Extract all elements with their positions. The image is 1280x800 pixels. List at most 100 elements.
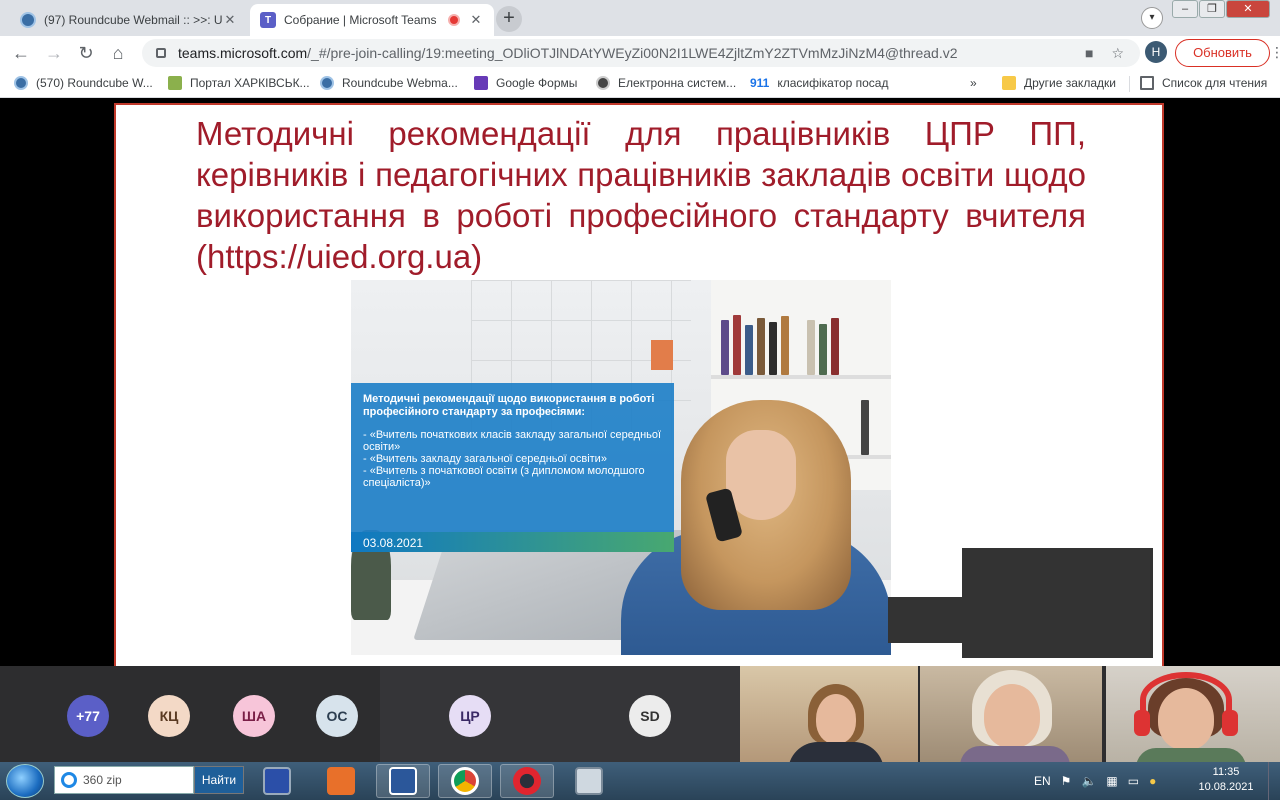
participant-overflow[interactable]: +77 — [67, 695, 109, 737]
bookmarks-more-icon[interactable]: » — [970, 76, 977, 90]
info-box-heading: Методичні рекомендації щодо використання… — [363, 393, 655, 418]
participant-avatar[interactable]: КЦ — [148, 695, 190, 737]
participant-avatar[interactable]: ОС — [316, 695, 358, 737]
tab-title: Собрание | Microsoft Teams — [284, 13, 437, 27]
forward-icon[interactable]: → — [43, 42, 65, 64]
taskbar-search-button[interactable]: Найти — [194, 766, 244, 794]
tab-title: (97) Roundcube Webmail :: >>: U — [44, 13, 222, 27]
window-close-icon[interactable]: ✕ — [1226, 0, 1270, 18]
participant-avatar[interactable]: ЦР — [449, 695, 491, 737]
url-domain: teams.microsoft.com — [178, 45, 308, 61]
url-path: /_#/pre-join-calling/19:meeting_ODliOTJl… — [307, 45, 958, 61]
roundcube-icon — [20, 12, 36, 28]
address-bar[interactable]: teams.microsoft.com/_#/pre-join-calling/… — [142, 39, 1140, 67]
language-indicator[interactable]: EN — [1034, 774, 1051, 788]
tab-roundcube[interactable]: (97) Roundcube Webmail :: >>: U ✕ — [10, 4, 248, 36]
taskbar-app-word[interactable] — [376, 764, 430, 798]
participant-avatar[interactable]: ША — [233, 695, 275, 737]
bookmark-item[interactable]: Google Формы — [474, 76, 577, 90]
ie-icon — [61, 772, 77, 788]
info-box-date: 03.08.2021 — [351, 532, 674, 552]
slide-photo: Методичні рекомендації щодо використання… — [351, 280, 891, 655]
sticky-note — [651, 340, 673, 370]
flag-icon[interactable]: ⚑ — [1061, 774, 1072, 788]
reading-list-label: Список для чтения — [1162, 76, 1268, 90]
bookmark-item[interactable]: Електронна систем... — [596, 76, 736, 90]
participants-bar: +77 КЦ ША ОС ЦР SD — [0, 666, 1280, 762]
forms-icon — [474, 76, 488, 90]
taskbar-app-pdf[interactable] — [314, 764, 368, 798]
update-button[interactable]: Обновить — [1175, 39, 1270, 67]
search-placeholder: 360 zip — [83, 773, 122, 787]
bookmark-label: (570) Roundcube W... — [36, 76, 153, 90]
roundcube-icon — [320, 76, 334, 90]
floppy-icon — [263, 767, 291, 795]
globe-icon — [596, 76, 610, 90]
bookmark-item[interactable]: Портал ХАРКІВСЬК... — [168, 76, 310, 90]
info-box-item: - «Вчитель закладу загальної середньої о… — [363, 453, 607, 465]
menu-icon[interactable]: ⋮ — [1270, 44, 1280, 61]
bookmark-item[interactable]: (570) Roundcube W... — [14, 76, 153, 90]
chrome-icon — [451, 767, 479, 795]
meeting-stage: Методичні рекомендації для працівників Ц… — [0, 98, 1280, 666]
bookmark-label: Електронна систем... — [618, 76, 737, 90]
bookmark-item[interactable]: 911 класифікатор посад — [750, 76, 888, 90]
pdf-icon — [327, 767, 355, 795]
taskbar-clock[interactable]: 11:35 10.08.2021 — [1190, 765, 1262, 795]
participant-avatar[interactable]: SD — [629, 695, 671, 737]
participant-video[interactable] — [740, 666, 918, 762]
lock-icon[interactable] — [156, 48, 166, 58]
other-bookmarks-label: Другие закладки — [1024, 76, 1116, 90]
participant-video[interactable] — [1106, 666, 1280, 762]
shared-slide: Методичні рекомендації для працівників Ц… — [114, 103, 1164, 666]
bookmark-item[interactable]: Roundcube Webma... — [320, 76, 458, 90]
url-text: teams.microsoft.com/_#/pre-join-calling/… — [178, 45, 1085, 61]
code-icon: 911 — [750, 76, 770, 90]
taskbar-app-opera[interactable] — [500, 764, 554, 798]
back-icon[interactable]: ← — [10, 42, 32, 64]
volume-icon[interactable]: 🔈 — [1081, 774, 1096, 788]
home-icon[interactable]: ⌂ — [107, 42, 129, 64]
info-box: Методичні рекомендації щодо використання… — [351, 383, 674, 546]
app-tray-icon[interactable]: ● — [1149, 774, 1156, 788]
start-button[interactable] — [6, 764, 44, 798]
profile-avatar[interactable]: H — [1145, 41, 1167, 63]
display-icon[interactable]: ▭ — [1128, 774, 1139, 788]
new-tab-button[interactable]: + — [496, 6, 522, 32]
browser-toolbar: ← → ↻ ⌂ teams.microsoft.com/_#/pre-join-… — [0, 36, 1280, 70]
opera-icon — [513, 767, 541, 795]
show-desktop-button[interactable] — [1268, 762, 1280, 800]
calculator-icon — [575, 767, 603, 795]
video-overlay-block — [888, 597, 968, 643]
taskbar-app-chrome[interactable] — [438, 764, 492, 798]
other-bookmarks[interactable]: Другие закладки — [1002, 76, 1116, 90]
camera-blocked-icon[interactable]: ■ — [1085, 45, 1093, 62]
taskbar-app-save[interactable] — [250, 764, 304, 798]
info-box-item: - «Вчитель з початкової освіти (з диплом… — [363, 465, 645, 489]
divider — [1129, 76, 1130, 92]
roundcube-icon — [14, 76, 28, 90]
folder-icon — [1002, 76, 1016, 90]
participant-video[interactable] — [920, 666, 1102, 762]
taskbar-search-input[interactable]: 360 zip — [54, 766, 194, 794]
close-icon[interactable]: ✕ — [468, 12, 484, 28]
network-icon[interactable]: ▦ — [1106, 774, 1117, 788]
bookmarks-bar: (570) Roundcube W... Портал ХАРКІВСЬК...… — [0, 70, 1280, 98]
system-tray: EN ⚑ 🔈 ▦ ▭ ● — [1034, 762, 1156, 800]
reading-list[interactable]: Список для чтения — [1140, 76, 1267, 90]
chevron-down-icon[interactable]: ▾ — [1141, 7, 1163, 29]
taskbar-app-calculator[interactable] — [562, 764, 616, 798]
star-icon[interactable]: ☆ — [1111, 45, 1124, 62]
clock-time: 11:35 — [1212, 766, 1240, 778]
bookmark-label: Roundcube Webma... — [342, 76, 458, 90]
windows-taskbar: 360 zip Найти EN ⚑ 🔈 ▦ ▭ ● 11:35 10.08.2… — [0, 762, 1280, 800]
tab-teams[interactable]: T Собрание | Microsoft Teams ✕ — [250, 4, 494, 36]
restore-icon[interactable]: ❐ — [1199, 0, 1225, 18]
video-overlay-block — [962, 548, 1153, 658]
info-box-item: - «Вчитель початкових класів закладу заг… — [363, 429, 662, 453]
minimize-icon[interactable]: ‒ — [1172, 0, 1198, 18]
teams-icon: T — [260, 12, 276, 28]
close-icon[interactable]: ✕ — [222, 12, 238, 28]
word-icon — [389, 767, 417, 795]
reload-icon[interactable]: ↻ — [75, 42, 97, 64]
